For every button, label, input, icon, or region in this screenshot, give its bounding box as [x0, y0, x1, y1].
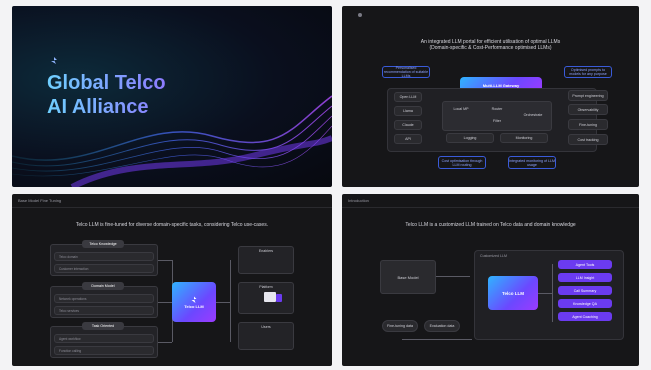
bottom-right-note: Integrated monitoring of LLM usage [508, 156, 556, 169]
right-block-users: Users [238, 322, 294, 350]
phone-icon [276, 294, 282, 302]
block-row: Telco domain [54, 252, 154, 261]
telco-llm-icon [191, 296, 197, 303]
right-item: Prompt engineering [568, 90, 608, 101]
connector [158, 260, 172, 261]
right-note: Optimised prompts to models for any purp… [564, 66, 612, 78]
feature-item: Knowledge QA [558, 299, 612, 308]
block-row: Network operations [54, 294, 154, 303]
telco-llm-box: Telco LLM [488, 276, 538, 310]
block-label: Task Oriented [82, 322, 124, 330]
block-row: Function calling [54, 346, 154, 355]
block-label: Domain Model [82, 282, 124, 290]
connector [436, 276, 470, 277]
slide-thumbnail-title[interactable]: Global Telco AI Alliance [12, 6, 332, 187]
feature-item: LLM Insight [558, 273, 612, 282]
bottom-pill: Evaluation data [424, 320, 460, 332]
block-label: Telco Knowledge [82, 240, 124, 248]
block-row: Customer interaction [54, 264, 154, 273]
connector [552, 264, 553, 322]
slide-marker-icon [358, 13, 362, 17]
slide-header: Base Model Fine Tuning [12, 194, 332, 208]
slide-grid: Global Telco AI Alliance An integrated L… [0, 0, 651, 370]
connector [230, 260, 231, 342]
base-model-box: Base Model [380, 260, 436, 294]
right-item: Fine-tuning [568, 119, 608, 130]
center-item: Router [491, 107, 503, 111]
left-item: Claude [394, 120, 422, 130]
slide-thumbnail-introduction[interactable]: Introduction Telco LLM is a customized L… [342, 194, 639, 366]
center-item: Monitoring [500, 133, 548, 143]
center-item: Logging [446, 133, 494, 143]
center-item: Orchestrate [523, 113, 543, 117]
left-item: API [394, 134, 422, 144]
left-note: Personalised recommendation of suitable … [382, 66, 430, 78]
right-block-enablers: Enablers [238, 246, 294, 274]
right-item: Observability [568, 104, 608, 115]
connector [402, 339, 472, 340]
slide-thumbnail-fine-tuning[interactable]: Base Model Fine Tuning Telco LLM is fine… [12, 194, 332, 366]
container-label: Customized LLM [480, 254, 507, 258]
feature-item: Call Summary [558, 286, 612, 295]
connector [158, 302, 172, 303]
portal-subtitle: An integrated LLM portal for efficient u… [420, 39, 561, 51]
center-item: Filter [493, 119, 501, 123]
feature-item: Agent Coaching [558, 312, 612, 321]
connector [216, 302, 230, 303]
right-item: Cost tracking [568, 134, 608, 145]
feature-item: Agent Tools [558, 260, 612, 269]
center-item: Local MP [453, 107, 469, 111]
connector [158, 342, 172, 343]
slide-title: Telco LLM is a customized LLM trained on… [405, 222, 576, 228]
slide-title: Global Telco AI Alliance [47, 72, 166, 118]
block-row: Agent workflow [54, 334, 154, 343]
slide-thumbnail-llm-portal[interactable]: An integrated LLM portal for efficient u… [342, 6, 639, 187]
telco-llm-box: Telco LLM [172, 282, 216, 322]
alliance-logo-icon [51, 57, 57, 64]
connector [538, 293, 552, 294]
block-row: Telco services [54, 306, 154, 315]
left-item: Llama [394, 106, 422, 116]
slide-header: Introduction [342, 194, 639, 208]
bottom-left-note: Cost optimisation through LLM routing [438, 156, 486, 169]
platform-screen-icon [264, 292, 276, 302]
left-item: Open LLM [394, 92, 422, 102]
slide-title: Telco LLM is fine-tuned for diverse doma… [75, 222, 269, 228]
bottom-pill: Fine-tuning data [382, 320, 418, 332]
